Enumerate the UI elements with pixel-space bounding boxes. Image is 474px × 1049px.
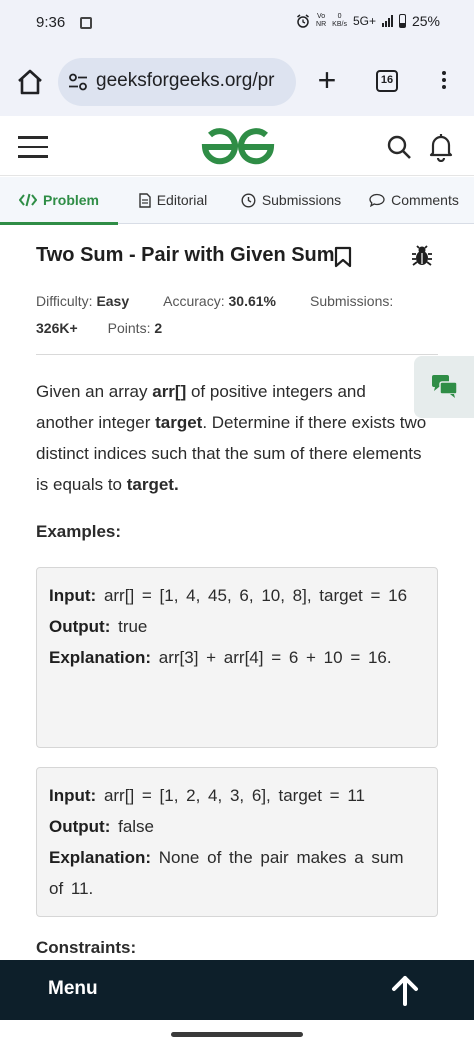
tab-submissions-label: Submissions: [261, 192, 342, 208]
example-input: Input: arr[] = [1, 2, 4, 3, 6], target =…: [49, 786, 365, 805]
example-input: Input: arr[] = [1, 4, 45, 6, 10, 8], tar…: [49, 586, 408, 605]
arrow-up-icon[interactable]: [390, 974, 420, 1006]
network-type: 5G+: [352, 14, 376, 28]
tab-editorial-label: Editorial: [156, 192, 208, 208]
screen-record-icon: [80, 17, 92, 29]
battery-percent: 25%: [411, 13, 440, 29]
example-explanation: Explanation: arr[3] + arr[4] = 6 + 10 = …: [49, 648, 392, 667]
gfg-logo[interactable]: [200, 126, 276, 166]
new-tab-icon[interactable]: +: [312, 64, 342, 96]
examples-heading: Examples:: [36, 522, 122, 541]
search-icon[interactable]: [386, 134, 412, 160]
browser-toolbar: geeksforgeeks.org/pr + 16: [0, 50, 474, 116]
bookmark-icon[interactable]: [334, 246, 352, 268]
gesture-handle[interactable]: [171, 1032, 303, 1037]
problem-meta: Difficulty: Easy Accuracy: 30.61% Submissi…: [36, 288, 436, 342]
divider: [36, 354, 438, 355]
points: Points: 2: [107, 320, 163, 336]
tab-comments[interactable]: Comments: [354, 177, 474, 224]
submissions-label: Submissions:: [309, 293, 394, 309]
clock-icon: [241, 192, 256, 208]
submissions-count: 326K+: [36, 320, 78, 336]
notification-bell-icon[interactable]: [428, 132, 454, 162]
site-header: [0, 116, 474, 176]
chat-bubble-icon: [369, 193, 385, 207]
tab-problem[interactable]: Problem: [0, 177, 118, 225]
hamburger-menu-icon[interactable]: [18, 136, 48, 158]
bottom-menu-bar: Menu: [0, 960, 474, 1020]
status-icons: Vo NR 0 KB/s 5G+ 25%: [296, 13, 440, 29]
home-icon[interactable]: [14, 66, 46, 98]
code-icon: [18, 193, 37, 207]
tab-submissions[interactable]: Submissions: [228, 177, 354, 224]
network-speed: 0 KB/s: [332, 13, 347, 28]
page-title: Two Sum - Pair with Given Sum: [36, 244, 335, 266]
more-options-icon[interactable]: [434, 68, 454, 96]
tab-switcher-button[interactable]: 16: [376, 70, 398, 92]
signal-icon: [381, 15, 393, 27]
menu-button[interactable]: Menu: [48, 978, 98, 1000]
address-bar[interactable]: geeksforgeeks.org/pr: [58, 58, 296, 106]
site-settings-icon[interactable]: [68, 73, 88, 91]
example-explanation: Explanation: None of the pair makes a su…: [49, 848, 404, 898]
example-box: Input: arr[] = [1, 2, 4, 3, 6], target =…: [36, 767, 438, 917]
chat-icon: [432, 375, 458, 398]
tab-editorial[interactable]: Editorial: [118, 177, 228, 224]
problem-tabs: Problem Editorial Submissions Comments: [0, 177, 474, 225]
battery-icon: [398, 14, 406, 28]
example-box: Input: arr[] = [1, 4, 45, 6, 10, 8], tar…: [36, 567, 438, 748]
example-output: Output: false: [49, 817, 155, 836]
alarm-icon: [297, 14, 309, 28]
difficulty: Difficulty: Easy: [36, 293, 130, 309]
problem-description: Given an array arr[] of positive integer…: [36, 382, 427, 494]
example-output: Output: true: [49, 617, 148, 636]
constraints-heading: Constraints:: [36, 938, 137, 957]
vo-nr-indicator: Vo NR: [316, 13, 327, 28]
url-text: geeksforgeeks.org/pr: [96, 70, 275, 91]
accuracy: Accuracy: 30.61%: [163, 293, 276, 309]
report-bug-icon[interactable]: [410, 244, 434, 268]
status-bar: 9:36 Vo NR 0 KB/s 5G+ 25%: [0, 0, 474, 50]
tab-comments-label: Comments: [391, 192, 459, 208]
document-icon: [139, 192, 151, 208]
status-time: 9:36: [36, 14, 66, 31]
tab-problem-label: Problem: [42, 192, 99, 208]
system-nav-area: [0, 1020, 474, 1049]
